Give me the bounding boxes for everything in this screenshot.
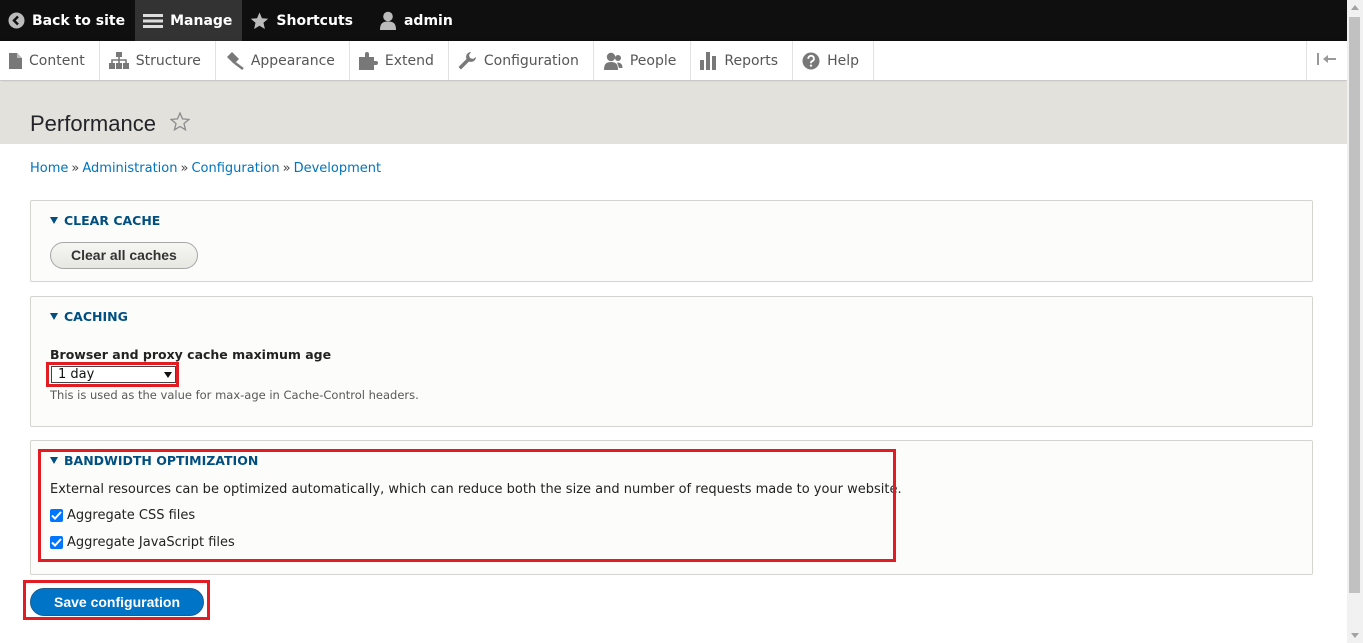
breadcrumb-home[interactable]: Home [30,161,68,176]
shortcut-star-icon[interactable] [169,111,191,135]
scrollbar-thumb[interactable] [1349,17,1360,593]
tray-orientation-toggle[interactable] [1306,41,1347,80]
caching-summary[interactable]: CACHING [50,309,128,324]
triangle-down-icon [50,313,58,320]
clear-all-caches-button[interactable]: Clear all caches [50,242,198,269]
user-icon [379,11,397,30]
page-title: Performance [30,111,156,136]
tray-item-label: People [629,52,677,69]
page-scrollbar[interactable] [1347,0,1363,643]
caching-panel: CACHING Browser and proxy cache maximum … [30,296,1313,427]
manage-label: Manage [170,12,233,29]
document-icon [9,52,22,69]
tray-item-label: Configuration [483,52,579,69]
page-header: Performance [0,82,1347,144]
user-tab[interactable]: admin [363,0,463,41]
tray-item-label: Extend [384,52,434,69]
tray-item-appearance[interactable]: Appearance [216,41,350,80]
bar-chart-icon [700,51,717,70]
shortcuts-label: Shortcuts [276,12,353,29]
back-arrow-icon [8,12,25,29]
admin-menu-tray: Content Structure Appearance Extend Conf… [0,41,1347,81]
max-age-label: Browser and proxy cache maximum age [50,347,332,362]
clear-cache-panel: CLEAR CACHE Clear all caches [30,200,1313,282]
tray-item-label: Content [29,52,85,69]
tray-item-reports[interactable]: Reports [691,41,794,80]
scroll-up-arrow-icon[interactable] [1351,5,1359,10]
breadcrumb-separator: » [180,161,189,176]
tray-item-people[interactable]: People [594,41,692,80]
clear-cache-summary[interactable]: CLEAR CACHE [50,213,160,228]
question-circle-icon [802,52,820,70]
highlight-save-button [23,580,210,620]
max-age-description: This is used as the value for max-age in… [50,388,419,402]
tray-item-structure[interactable]: Structure [100,41,216,80]
tray-item-content[interactable]: Content [0,41,100,80]
breadcrumb-development[interactable]: Development [294,161,382,176]
shortcuts-tab[interactable]: Shortcuts [242,0,363,41]
tray-item-help[interactable]: Help [793,41,874,80]
tray-item-label: Reports [724,52,779,69]
breadcrumb-separator: » [282,161,291,176]
highlight-bandwidth-section [38,449,896,562]
admin-toolbar: Back to site Manage Shortcuts admin [0,0,1347,41]
clear-cache-summary-label: CLEAR CACHE [64,213,161,228]
breadcrumb-separator: » [71,161,80,176]
people-icon [603,52,623,70]
wrench-icon [458,51,477,70]
breadcrumb: Home» Administration» Configuration» Develo… [30,161,381,176]
caching-summary-label: CACHING [64,309,128,324]
tray-item-label: Help [827,52,859,69]
paintbrush-icon [225,51,244,70]
user-label: admin [403,12,453,29]
sitemap-icon [108,52,129,69]
triangle-down-icon [50,217,58,224]
star-filled-icon [250,11,269,30]
back-to-site-label: Back to site [32,12,126,29]
back-to-site-link[interactable]: Back to site [0,0,135,41]
breadcrumb-administration[interactable]: Administration [82,161,177,176]
breadcrumb-configuration[interactable]: Configuration [191,161,279,176]
tray-item-label: Appearance [250,52,335,69]
manage-tab[interactable]: Manage [135,0,243,41]
scroll-down-arrow-icon[interactable] [1351,633,1359,638]
tray-item-label: Structure [135,52,201,69]
tray-item-extend[interactable]: Extend [350,41,449,80]
tray-item-configuration[interactable]: Configuration [449,41,594,80]
hamburger-icon [143,13,164,29]
highlight-max-age-select [46,362,179,387]
puzzle-icon [358,51,378,70]
collapse-left-icon [1317,52,1337,69]
